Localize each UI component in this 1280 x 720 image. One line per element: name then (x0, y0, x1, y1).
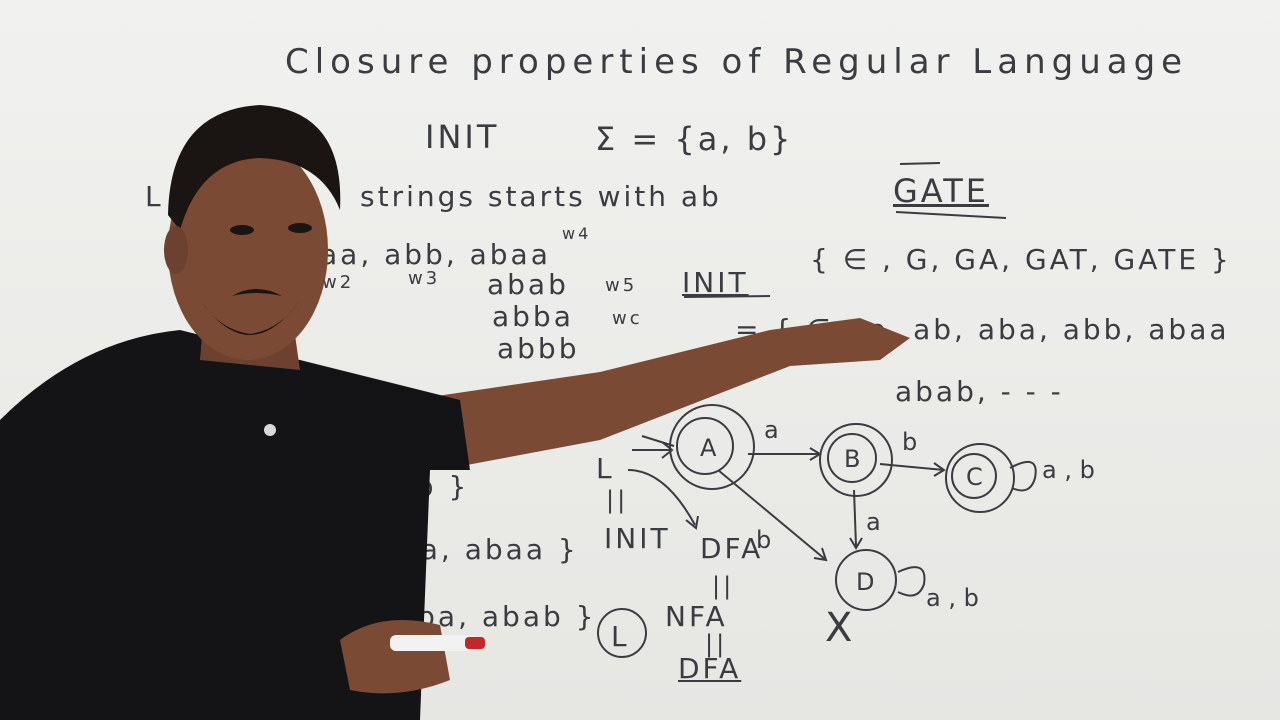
ear (164, 226, 188, 274)
shirt-button (264, 424, 276, 436)
pointing-arm (410, 318, 910, 470)
marker (390, 635, 478, 651)
whiteboard: Closure properties of Regular Language I… (0, 0, 1280, 720)
lower-hand (340, 620, 450, 694)
left-eye (230, 225, 254, 235)
right-eye (288, 223, 312, 233)
presenter (0, 105, 910, 720)
marker-cap (465, 637, 485, 649)
